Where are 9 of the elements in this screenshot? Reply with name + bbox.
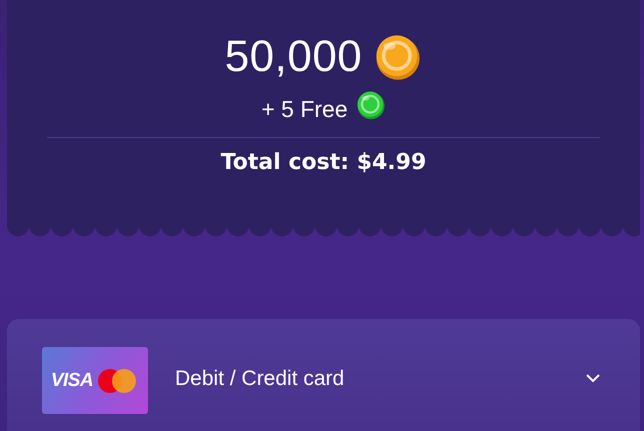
payment-method-label: Debit / Credit card <box>175 367 346 391</box>
coin-icon <box>374 33 422 81</box>
total-cost: Total cost: $4.99 <box>220 150 426 175</box>
bonus-text: + 5 Free <box>261 96 348 123</box>
card-brands-logo: VISA <box>42 347 148 414</box>
bonus-coin-icon <box>356 90 386 120</box>
payment-method-dropdown[interactable]: VISA Debit / Credit card <box>7 319 640 431</box>
coin-amount: 50,000 <box>224 32 362 82</box>
chevron-icon <box>586 374 600 383</box>
